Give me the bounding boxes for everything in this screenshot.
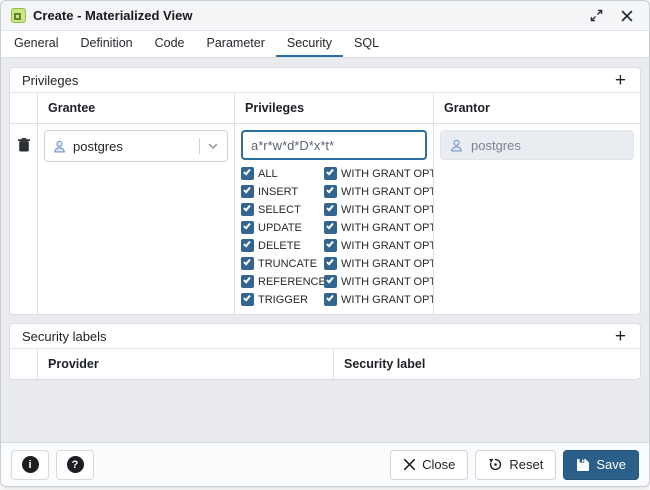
user-icon <box>52 139 67 154</box>
privilege-checkbox-delete[interactable]: DELETE <box>241 239 324 252</box>
security-labels-panel: Security labels + Provider Security labe… <box>9 323 641 380</box>
checkbox-checked-icon <box>241 221 254 234</box>
chevron-down-icon[interactable] <box>206 139 220 153</box>
column-header-privileges: Privileges <box>235 93 434 123</box>
checkbox-checked-icon <box>241 257 254 270</box>
grant-option-checkbox-insert[interactable]: WITH GRANT OPTION <box>324 185 434 198</box>
security-labels-section-title: Security labels <box>22 329 107 344</box>
grant-option-checkbox-references[interactable]: WITH GRANT OPTION <box>324 275 434 288</box>
grantee-cell: postgres <box>38 124 235 314</box>
column-header-grantor: Grantor <box>434 93 640 123</box>
help-icon: ? <box>67 456 84 473</box>
checkbox-checked-icon <box>241 239 254 252</box>
maximize-button[interactable] <box>584 4 608 28</box>
security-tab-content: Privileges + Grantee Privileges Grantor <box>1 58 649 442</box>
privileges-panel-header: Privileges + <box>10 68 640 93</box>
checkbox-checked-icon <box>241 167 254 180</box>
close-dialog-button[interactable] <box>615 4 639 28</box>
security-labels-panel-header: Security labels + <box>10 324 640 349</box>
privilege-checkbox-references[interactable]: REFERENCES <box>241 275 324 288</box>
privileges-table-header: Grantee Privileges Grantor <box>10 93 640 124</box>
privileges-panel: Privileges + Grantee Privileges Grantor <box>9 67 641 315</box>
grant-option-checkbox-select[interactable]: WITH GRANT OPTION <box>324 203 434 216</box>
create-materialized-view-dialog: Create - Materialized View General Defin… <box>0 0 650 487</box>
close-icon <box>621 10 633 22</box>
checkbox-checked-icon <box>324 203 337 216</box>
grantee-select[interactable]: postgres <box>44 130 228 162</box>
add-security-label-button[interactable]: + <box>613 327 628 346</box>
checkbox-checked-icon <box>324 275 337 288</box>
checkbox-checked-icon <box>324 257 337 270</box>
grant-option-checkbox-update[interactable]: WITH GRANT OPTION <box>324 221 434 234</box>
dialog-footer: i ? Close Reset Save <box>1 442 649 486</box>
checkbox-checked-icon <box>241 293 254 306</box>
privileges-section-title: Privileges <box>22 73 78 88</box>
grantor-value: postgres <box>471 138 521 153</box>
help-button[interactable]: ? <box>56 450 94 480</box>
checkbox-checked-icon <box>324 239 337 252</box>
delete-column-header <box>10 349 38 379</box>
privilege-checkbox-update[interactable]: UPDATE <box>241 221 324 234</box>
save-icon <box>576 458 590 472</box>
tab-sql[interactable]: SQL <box>343 31 390 57</box>
security-labels-table-header: Provider Security label <box>10 349 640 379</box>
reset-icon <box>488 457 503 472</box>
privilege-table-row: postgres ALL WITH GRANT OPTION INSERT WI… <box>10 124 640 314</box>
privileges-input[interactable] <box>241 130 427 160</box>
select-divider <box>199 138 200 154</box>
grantee-value: postgres <box>73 139 123 154</box>
save-button-label: Save <box>596 457 626 472</box>
info-button[interactable]: i <box>11 450 49 480</box>
tab-definition[interactable]: Definition <box>69 31 143 57</box>
delete-column-header <box>10 93 38 123</box>
materialized-view-icon <box>11 8 26 23</box>
checkbox-checked-icon <box>324 293 337 306</box>
checkbox-checked-icon <box>324 221 337 234</box>
column-header-security-label: Security label <box>334 349 640 379</box>
tab-code[interactable]: Code <box>144 31 196 57</box>
tab-parameter[interactable]: Parameter <box>196 31 276 57</box>
close-button-label: Close <box>422 457 455 472</box>
privilege-checkbox-trigger[interactable]: TRIGGER <box>241 293 324 306</box>
save-button[interactable]: Save <box>563 450 639 480</box>
tab-security[interactable]: Security <box>276 31 343 57</box>
checkbox-checked-icon <box>241 185 254 198</box>
trash-icon <box>18 138 30 152</box>
privileges-cell: ALL WITH GRANT OPTION INSERT WITH GRANT … <box>235 124 434 314</box>
grantor-cell: postgres <box>434 124 640 314</box>
add-privilege-button[interactable]: + <box>613 71 628 90</box>
privilege-checkbox-all[interactable]: ALL <box>241 167 324 180</box>
privilege-checkbox-insert[interactable]: INSERT <box>241 185 324 198</box>
info-icon: i <box>22 456 39 473</box>
grant-option-checkbox-delete[interactable]: WITH GRANT OPTION <box>324 239 434 252</box>
checkbox-checked-icon <box>241 203 254 216</box>
checkbox-checked-icon <box>324 185 337 198</box>
checkbox-checked-icon <box>241 275 254 288</box>
close-x-icon <box>403 458 416 471</box>
dialog-titlebar: Create - Materialized View <box>1 1 649 31</box>
delete-row-button[interactable] <box>18 138 30 155</box>
user-icon <box>449 138 464 153</box>
tab-bar: General Definition Code Parameter Securi… <box>1 31 649 58</box>
delete-cell <box>10 124 38 314</box>
tab-general[interactable]: General <box>3 31 69 57</box>
grant-option-checkbox-truncate[interactable]: WITH GRANT OPTION <box>324 257 434 270</box>
column-header-provider: Provider <box>38 349 334 379</box>
grant-option-checkbox-all[interactable]: WITH GRANT OPTION <box>324 167 434 180</box>
reset-button[interactable]: Reset <box>475 450 556 480</box>
close-button[interactable]: Close <box>390 450 468 480</box>
privilege-checkbox-truncate[interactable]: TRUNCATE <box>241 257 324 270</box>
grant-option-checkbox-trigger[interactable]: WITH GRANT OPTION <box>324 293 434 306</box>
grantor-field: postgres <box>440 130 634 160</box>
reset-button-label: Reset <box>509 457 543 472</box>
privilege-checkbox-select[interactable]: SELECT <box>241 203 324 216</box>
privilege-options-dropdown: ALL WITH GRANT OPTION INSERT WITH GRANT … <box>241 167 433 306</box>
checkbox-checked-icon <box>324 167 337 180</box>
dialog-title: Create - Materialized View <box>33 8 192 23</box>
column-header-grantee: Grantee <box>38 93 235 123</box>
expand-icon <box>590 9 603 22</box>
